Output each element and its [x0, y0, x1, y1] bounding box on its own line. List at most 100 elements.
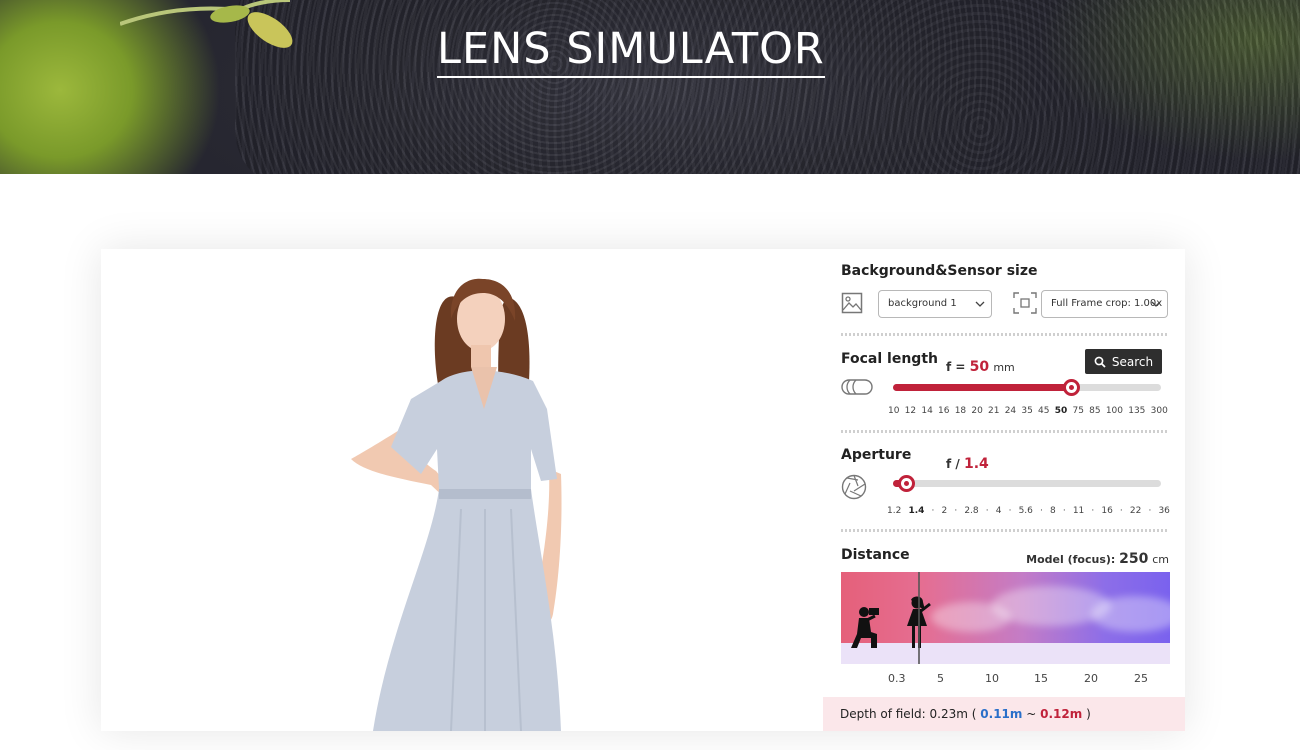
focal-length-tick[interactable]: 18 [955, 406, 966, 416]
focal-length-ticks: 10 12 14 16 18 20 21 24 35 45 50 75 85 100 135 300 [888, 406, 1168, 416]
distance-tick: 0.3 [888, 672, 906, 685]
focal-length-tick[interactable]: 24 [1005, 406, 1016, 416]
search-icon [1094, 356, 1106, 368]
distance-tick: 10 [985, 672, 999, 685]
distance-tick: 5 [937, 672, 944, 685]
focal-length-tick[interactable]: 85 [1089, 406, 1100, 416]
focus-distance-marker[interactable] [918, 572, 920, 664]
focal-length-tick[interactable]: 20 [971, 406, 982, 416]
focal-length-value: 50 [969, 359, 990, 375]
aperture-tick[interactable]: 2.8 [964, 506, 978, 516]
aperture-tick[interactable]: 2 [941, 506, 947, 516]
focal-length-tick[interactable]: 100 [1106, 406, 1123, 416]
focal-length-tick[interactable]: 12 [905, 406, 916, 416]
aperture-title: Aperture [841, 447, 912, 463]
section-divider [841, 333, 1169, 336]
page-title[interactable]: LENS SIMULATOR [437, 24, 825, 78]
aperture-tick-dot: · [1148, 506, 1152, 516]
search-button[interactable]: Search [1085, 349, 1162, 374]
focal-length-unit: mm [993, 361, 1015, 374]
aperture-tick[interactable]: 1.2 [887, 506, 901, 516]
leaf-image [120, 0, 293, 48]
model-focus-label: Model (focus): [1026, 553, 1116, 566]
focal-length-tick[interactable]: 50 [1055, 406, 1068, 416]
dof-separator: ~ [1026, 707, 1037, 721]
sensor-select-value: Full Frame crop: 1.00x [1051, 298, 1163, 309]
section-divider [841, 430, 1169, 433]
background-sensor-title: Background&Sensor size [841, 263, 1038, 279]
focal-length-tick[interactable]: 35 [1021, 406, 1032, 416]
sensor-select[interactable]: Full Frame crop: 1.00x [1041, 290, 1168, 318]
background-select[interactable]: background 1 [878, 290, 992, 318]
aperture-slider-thumb[interactable] [898, 475, 915, 492]
model-focus-value: 250 [1119, 551, 1149, 567]
aperture-tick-dot: · [1008, 506, 1012, 516]
aperture-tick-dot: · [1040, 506, 1043, 516]
image-icon [841, 292, 863, 314]
aperture-icon [841, 474, 867, 500]
sensor-crop-icon [1013, 292, 1037, 314]
aperture-tick[interactable]: 11 [1073, 506, 1084, 516]
distance-tick: 20 [1084, 672, 1098, 685]
aperture-tick[interactable]: 4 [996, 506, 1002, 516]
aperture-tick[interactable]: 22 [1130, 506, 1141, 516]
dof-far-value: 0.12m [1040, 707, 1083, 721]
focal-length-readout: f = 50 mm [946, 359, 1015, 375]
aperture-tick-dot: · [1091, 506, 1095, 516]
aperture-value: 1.4 [963, 456, 989, 472]
focal-length-tick[interactable]: 10 [888, 406, 899, 416]
aperture-slider[interactable] [893, 475, 1161, 492]
aperture-tick-dot: · [931, 506, 935, 516]
hero-banner: LENS SIMULATOR [0, 0, 1300, 174]
aperture-tick[interactable]: 16 [1101, 506, 1112, 516]
focal-length-prefix: f = [946, 360, 966, 374]
simulator-card: Background&Sensor size background 1 Full… [101, 249, 1185, 731]
focal-length-title: Focal length [841, 351, 938, 367]
focal-length-tick[interactable]: 75 [1072, 406, 1083, 416]
distance-tick: 15 [1034, 672, 1048, 685]
aperture-tick-dot: · [954, 506, 958, 516]
search-button-label: Search [1111, 354, 1154, 369]
distance-ground [841, 643, 1170, 664]
section-divider [841, 529, 1169, 532]
focal-length-tick[interactable]: 21 [988, 406, 999, 416]
aperture-tick[interactable]: 1.4 [908, 506, 924, 516]
focal-length-slider-thumb[interactable] [1063, 379, 1080, 396]
chevron-down-icon [1151, 301, 1161, 307]
aperture-tick-dot: · [1062, 506, 1066, 516]
focal-length-tick[interactable]: 135 [1128, 406, 1145, 416]
focal-length-tick[interactable]: 45 [1038, 406, 1049, 416]
photographer-icon [851, 607, 879, 648]
dof-open-paren: ( [971, 707, 977, 721]
simulator-preview [101, 249, 823, 731]
distance-title: Distance [841, 547, 910, 563]
dof-total: 0.23m [929, 707, 968, 721]
depth-of-field-bar: Depth of field: 0.23m ( 0.11m ~ 0.12m ) [823, 697, 1185, 731]
lens-icon [841, 377, 873, 397]
focal-length-tick[interactable]: 300 [1151, 406, 1168, 416]
aperture-prefix: f / [946, 457, 960, 471]
aperture-tick-dot: · [1119, 506, 1123, 516]
model-focus-readout: Model (focus): 250 cm [1026, 551, 1169, 567]
aperture-tick-dot: · [985, 506, 989, 516]
aperture-readout: f / 1.4 [946, 456, 989, 472]
distance-scene[interactable] [841, 572, 1170, 664]
aperture-tick[interactable]: 8 [1050, 506, 1056, 516]
aperture-tick[interactable]: 36 [1158, 506, 1169, 516]
model-photo [351, 278, 562, 731]
distance-tick: 25 [1134, 672, 1148, 685]
dof-close-paren: ) [1086, 707, 1091, 721]
chevron-down-icon [975, 301, 985, 307]
focal-length-tick[interactable]: 16 [938, 406, 949, 416]
dof-label: Depth of field: [840, 707, 926, 721]
focal-length-slider-fill [893, 384, 1072, 391]
aperture-tick[interactable]: 5.6 [1019, 506, 1033, 516]
cloud [931, 602, 1011, 632]
aperture-ticks: 1.2 1.4 · 2 · 2.8 · 4 · 5.6 · 8 · 11 · 16 · 22 · 36 [887, 506, 1170, 516]
focal-length-slider[interactable] [893, 379, 1161, 396]
model-focus-unit: cm [1152, 553, 1169, 566]
dof-near-value: 0.11m [980, 707, 1023, 721]
background-select-value: background 1 [888, 298, 957, 309]
focal-length-tick[interactable]: 14 [921, 406, 932, 416]
controls-panel: Background&Sensor size background 1 Full… [823, 249, 1185, 731]
